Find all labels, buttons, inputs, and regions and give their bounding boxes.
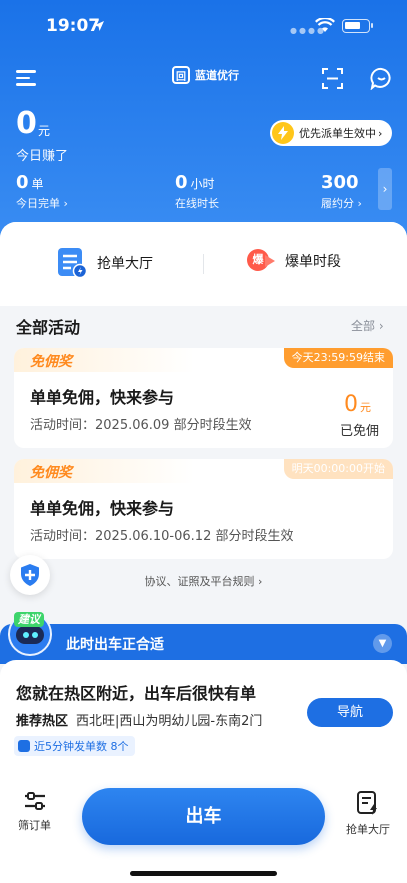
suggestion-title: 此时出车正合适	[66, 637, 164, 653]
hotspot-title: 您就在热区附近，出车后很快有单	[16, 684, 257, 703]
activity-status: 已免佣	[339, 424, 379, 439]
stat-completed-orders[interactable]: 0单 今日完单 ›	[16, 172, 68, 211]
activity-tag-text: 免佣奖	[30, 465, 72, 481]
stat-value: 0	[175, 172, 188, 193]
lightning-icon	[272, 122, 294, 144]
today-earnings-unit: 元	[38, 124, 51, 138]
activity-amount-value: 0	[344, 392, 358, 417]
activity-amount: 0元	[344, 392, 371, 417]
today-earnings-label: 今日赚了	[16, 149, 69, 164]
stat-online-hours: 0 小时 在线时长	[175, 172, 219, 211]
order-hall-icon	[357, 791, 377, 815]
stat-value: 0	[16, 172, 29, 193]
priority-dispatch-text: 优先派单生效中	[299, 127, 376, 140]
activity-title: 单单免佣，快来参与	[30, 388, 175, 407]
burst-period-label: 爆单时段	[285, 254, 341, 270]
grab-hall-tab[interactable]: 抢单大厅	[346, 790, 390, 837]
home-indicator	[130, 871, 277, 876]
filter-sliders-icon	[24, 792, 45, 810]
hotspot-value: 西北旺|西山为明幼儿园-东南2门	[76, 714, 263, 729]
order-count-icon	[18, 740, 30, 752]
brand: 回 蓝道优行	[172, 66, 239, 84]
activity-time: 活动时间：2025.06.10-06.12 部分时段生效	[30, 529, 294, 544]
agreements-link[interactable]: 协议、证照及平台规则 ›	[0, 573, 407, 589]
bottom-bar: 筛订单 出车 抢单大厅	[0, 772, 407, 883]
activity-amount-unit: 元	[360, 401, 371, 414]
chevron-right-icon: ›	[378, 126, 383, 140]
stat-label: 今日完单 ›	[16, 197, 68, 210]
navigate-button[interactable]: 导航	[307, 698, 393, 727]
scan-icon[interactable]	[322, 68, 343, 89]
filter-orders-label: 筛订单	[18, 819, 51, 832]
stat-unit: 小时	[190, 177, 215, 191]
activity-time-badge: 今天23:59:59结束	[283, 348, 393, 368]
grab-hall-button[interactable]: 抢单大厅	[57, 247, 153, 279]
recent-orders-chip: 近5分钟发单数 8个	[14, 736, 135, 756]
activity-time-badge: 明天00:00:00开始	[283, 459, 393, 479]
stat-unit: 单	[31, 177, 44, 191]
stat-label: 在线时长	[175, 197, 219, 210]
recent-orders-text: 近5分钟发单数 8个	[34, 740, 129, 753]
activity-time: 活动时间：2025.06.09 部分时段生效	[30, 418, 252, 433]
message-icon[interactable]	[370, 67, 393, 90]
quick-actions: 抢单大厅 爆 爆单时段	[0, 222, 407, 306]
top-nav: 回 蓝道优行	[0, 62, 407, 94]
battery-icon	[342, 19, 373, 33]
burst-icon: 爆	[245, 247, 275, 275]
safety-shield-button[interactable]	[10, 555, 50, 595]
hotspot-row: 推荐热区 西北旺|西山为明幼儿园-东南2门	[16, 710, 262, 729]
status-bar: 19:07 ●●●●	[0, 0, 407, 52]
hotspot-label: 推荐热区	[16, 714, 69, 729]
activities-all-link[interactable]: 全部 ›	[351, 317, 384, 334]
stat-value: 300	[321, 172, 359, 193]
activity-card[interactable]: 免佣奖 今天23:59:59结束 单单免佣，快来参与 活动时间：2025.06.…	[14, 348, 393, 448]
location-arrow-icon	[94, 21, 104, 31]
go-online-button[interactable]: 出车	[82, 788, 325, 845]
activity-card[interactable]: 免佣奖 明天00:00:00开始 单单免佣，快来参与 活动时间：2025.06.…	[14, 459, 393, 559]
suggestion-bar[interactable]: 此时出车正合适 ▼	[0, 624, 407, 664]
divider	[203, 254, 204, 274]
grab-hall-tab-label: 抢单大厅	[346, 823, 390, 836]
activity-tag-text: 免佣奖	[30, 354, 72, 370]
brand-name: 蓝道优行	[195, 69, 239, 82]
stats-more-button[interactable]: ›	[378, 168, 392, 210]
today-earnings-value: 0	[16, 106, 37, 141]
chevron-down-icon[interactable]: ▼	[373, 634, 392, 653]
stat-fulfillment-score[interactable]: 300 履约分 ›	[321, 172, 362, 211]
activity-tag: 免佣奖	[14, 348, 194, 372]
brand-logo-icon: 回	[172, 66, 190, 84]
filter-orders-button[interactable]: 筛订单	[18, 790, 51, 833]
stat-label: 履约分 ›	[321, 197, 362, 210]
activities-title: 全部活动	[16, 318, 81, 337]
activity-tag: 免佣奖	[14, 459, 194, 483]
status-time: 19:07	[46, 16, 101, 36]
main-card: 抢单大厅 爆 爆单时段 全部活动 全部 › 免佣奖 今天23:59:59结束 单…	[0, 222, 407, 642]
grab-hall-label: 抢单大厅	[97, 256, 153, 272]
order-list-icon	[58, 248, 87, 279]
header: 19:07 ●●●● 回 蓝道优行 0 元 今日赚了 优先派单生效中 › 0单 …	[0, 0, 407, 250]
shield-plus-icon	[21, 564, 39, 586]
menu-icon[interactable]	[16, 70, 36, 86]
priority-dispatch-badge[interactable]: 优先派单生效中 ›	[270, 120, 392, 146]
suggestion-tag: 建议	[14, 612, 44, 627]
burst-period-button[interactable]: 爆 爆单时段	[245, 247, 341, 275]
activity-title: 单单免佣，快来参与	[30, 499, 175, 518]
wifi-icon	[315, 18, 335, 32]
